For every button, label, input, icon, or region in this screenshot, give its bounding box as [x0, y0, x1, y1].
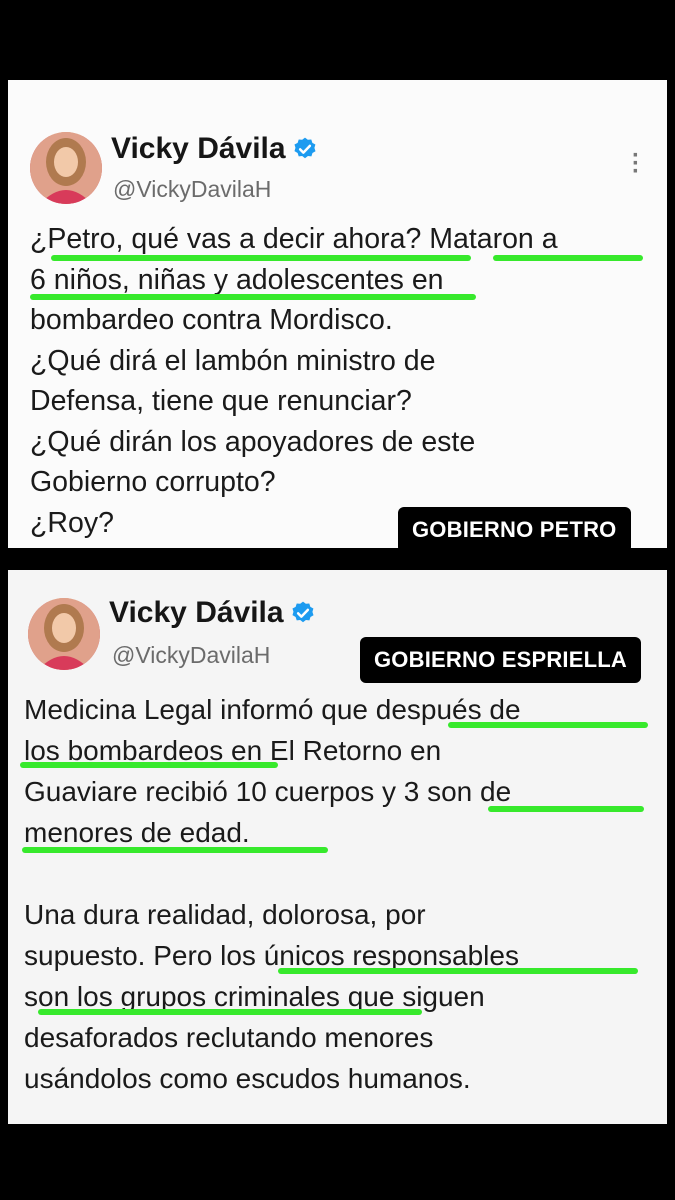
verified-badge-icon	[294, 137, 316, 159]
tweet-line: ¿Qué dirán los apoyadores de este	[30, 425, 476, 458]
highlight-mark	[30, 294, 476, 300]
tweet-line: 6 niños, niñas y adolescentes en	[30, 263, 444, 296]
highlight-mark	[22, 847, 328, 853]
author-name-row[interactable]: Vicky Dávila	[109, 596, 316, 630]
tag-label: GOBIERNO ESPRIELLA	[360, 637, 641, 683]
tweet-line: Medicina Legal informó que después de	[24, 694, 521, 725]
tweet-text: Medicina Legal informó que después de lo…	[24, 689, 521, 1099]
more-options-icon[interactable]: · · ·	[632, 144, 640, 184]
verified-badge-icon	[292, 601, 314, 623]
tweet-line: supuesto. Pero los únicos responsables	[24, 940, 519, 971]
author-name[interactable]: Vicky Dávila	[111, 132, 286, 165]
tweet-line: ¿Roy?	[30, 506, 114, 539]
tweet-line: ¿Qué dirá el lambón ministro de	[30, 344, 436, 377]
tweet-line: ¿Petro, qué vas a decir ahora? Mataron a	[30, 223, 558, 255]
tweet-line: bombardeo contra Mordisco.	[30, 304, 393, 336]
tweet-text: ¿Petro, qué vas a decir ahora? Mataron a…	[30, 219, 558, 543]
highlight-mark	[38, 1009, 422, 1015]
highlight-mark	[493, 255, 643, 261]
author-name-row[interactable]: Vicky Dávila	[111, 132, 318, 166]
author-handle[interactable]: @VickyDavilaH	[113, 176, 271, 203]
author-handle[interactable]: @VickyDavilaH	[112, 642, 270, 669]
tweet-line: Guaviare recibió 10 cuerpos y 3 son de	[24, 776, 512, 807]
tweet-line: Una dura realidad, dolorosa, por	[24, 899, 426, 930]
tweet-line: menores de edad.	[24, 817, 250, 848]
tweet-line: usándolos como escudos humanos.	[24, 1063, 471, 1094]
tweet-line: desaforados reclutando menores	[24, 1022, 434, 1053]
author-avatar[interactable]	[30, 132, 102, 204]
highlight-mark	[278, 968, 638, 974]
tweet-line: Defensa, tiene que renunciar?	[30, 385, 412, 417]
tweet-line: Gobierno corrupto?	[30, 466, 276, 498]
tag-label: GOBIERNO PETRO	[398, 507, 631, 548]
tweet-card-1: Vicky Dávila @VickyDavilaH · · · ¿Petro, q…	[8, 80, 667, 548]
author-avatar[interactable]	[28, 598, 100, 670]
highlight-mark	[20, 762, 278, 768]
avatar-portrait-icon	[30, 132, 102, 204]
highlight-mark	[448, 722, 648, 728]
author-name[interactable]: Vicky Dávila	[109, 596, 284, 629]
avatar-portrait-icon	[28, 598, 100, 670]
tweet-card-2: Vicky Dávila @VickyDavilaH GOBIERNO ESPR…	[8, 570, 667, 1124]
highlight-mark	[51, 255, 471, 261]
tweet-line: son los grupos criminales que siguen	[24, 981, 485, 1012]
highlight-mark	[488, 806, 644, 812]
